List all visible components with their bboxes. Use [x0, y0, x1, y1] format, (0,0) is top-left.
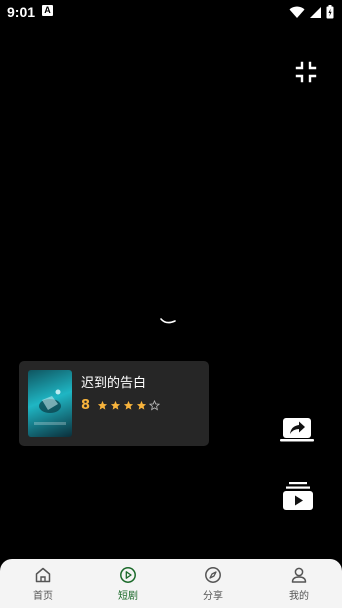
bottom-tab-bar: 首页 短剧 分享 我的	[0, 559, 342, 608]
share-button[interactable]	[280, 415, 314, 445]
user-icon	[291, 567, 307, 583]
play-circle-icon	[120, 567, 136, 583]
share-icon	[280, 418, 314, 442]
tab-home[interactable]: 首页	[13, 559, 73, 608]
loading-spinner-icon	[160, 318, 176, 324]
status-time: 9:01	[7, 4, 36, 20]
star-icon	[136, 400, 147, 410]
tab-short-drama[interactable]: 短剧	[98, 559, 158, 608]
episode-list-button[interactable]	[282, 481, 314, 511]
drama-cover-image	[28, 370, 72, 437]
tab-short-drama-label: 短剧	[118, 591, 138, 602]
tab-share[interactable]: 分享	[183, 559, 243, 608]
compass-icon	[205, 567, 221, 583]
star-rating	[97, 400, 160, 411]
star-outline-icon	[149, 400, 160, 411]
wifi-icon	[289, 6, 305, 18]
star-icon	[110, 400, 121, 410]
star-icon	[97, 400, 108, 410]
tab-home-label: 首页	[33, 591, 53, 602]
drama-info-card[interactable]: 迟到的告白 8	[19, 361, 209, 446]
home-icon	[35, 567, 51, 583]
tab-mine-label: 我的	[289, 591, 309, 602]
battery-icon	[326, 5, 334, 19]
star-icon	[123, 400, 134, 410]
signal-icon	[310, 6, 321, 18]
drama-title: 迟到的告白	[81, 376, 147, 391]
tab-share-label: 分享	[203, 591, 223, 602]
status-bar: 9:01 A	[0, 0, 342, 24]
app-notification-icon: A	[42, 5, 53, 16]
playlist-icon	[283, 482, 313, 510]
drama-score: 8	[81, 398, 91, 413]
exit-fullscreen-icon	[295, 61, 317, 83]
status-icons	[289, 4, 334, 20]
exit-fullscreen-button[interactable]	[293, 59, 319, 85]
tab-mine[interactable]: 我的	[269, 559, 329, 608]
